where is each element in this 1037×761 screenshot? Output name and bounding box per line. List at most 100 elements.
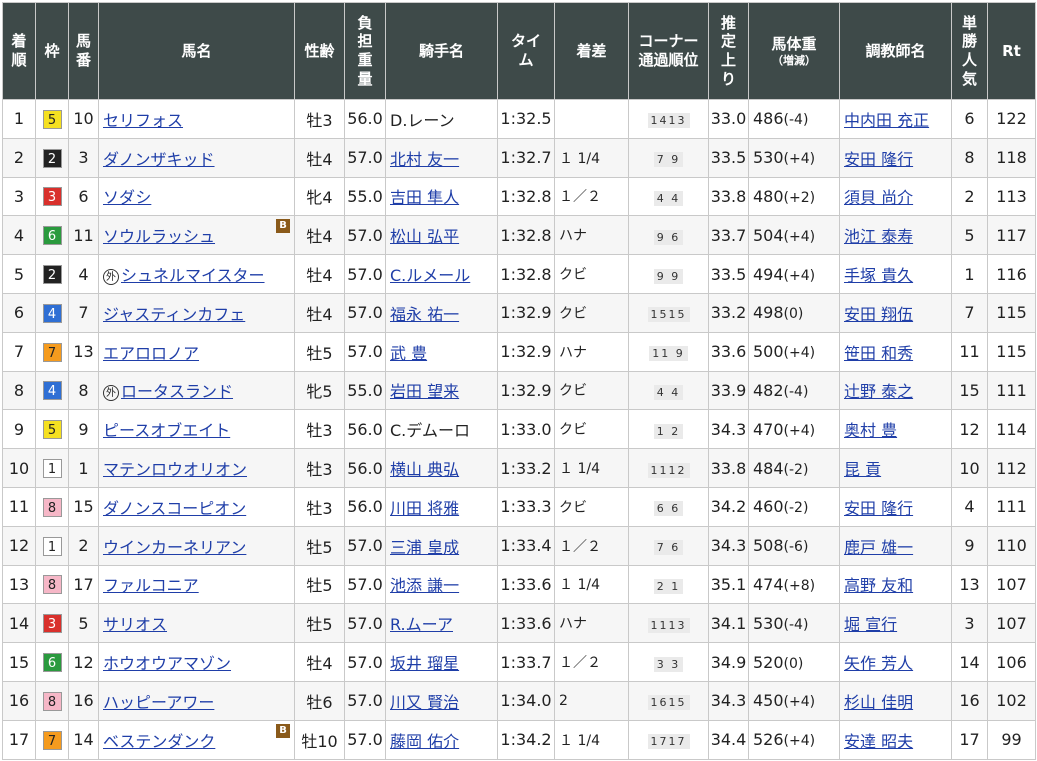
sex-age-cell: 牡5 <box>294 603 345 644</box>
table-row: 1 5 10 セリフォス 牡3 56.0 D.レーン 1:32.5 1413 33.0 486(-4… <box>2 99 1036 139</box>
trainer-link[interactable]: 安田 隆行 <box>844 499 913 518</box>
trainer-link[interactable]: 高野 友和 <box>844 576 913 595</box>
waku-badge: 2 <box>42 265 62 285</box>
trainer-link[interactable]: 安田 翔伍 <box>844 305 913 324</box>
horse-name-link[interactable]: ピースオブエイト <box>103 421 230 440</box>
rating-cell: 111 <box>987 486 1036 527</box>
race-time: 1:32.7 <box>500 148 552 168</box>
horse-name-cell: ダノンザキッド <box>98 137 295 178</box>
trainer-link[interactable]: 中内田 充正 <box>844 111 929 130</box>
jockey-cell: 吉田 隼人 <box>385 176 498 217</box>
bodyweight-cell: 474(+8) <box>748 564 840 605</box>
corner-positions: 4 4 <box>653 190 684 206</box>
trainer-link[interactable]: 笹田 和秀 <box>844 344 913 363</box>
sex-age-cell: 牝5 <box>294 370 345 411</box>
umaban-cell: 6 <box>68 176 99 217</box>
jockey-link[interactable]: 吉田 隼人 <box>390 188 459 207</box>
jockey-cell: R.ムーア <box>385 603 498 644</box>
jockey-link[interactable]: 川田 将雅 <box>390 499 459 518</box>
last3f-cell: 34.3 <box>708 409 749 450</box>
waku-badge: 6 <box>42 653 62 673</box>
trainer-link[interactable]: 奥村 豊 <box>844 421 897 440</box>
trainer-link[interactable]: 池江 泰寿 <box>844 227 913 246</box>
rank: 6 <box>13 303 25 323</box>
rating: 118 <box>996 148 1027 168</box>
jockey-link[interactable]: 岩田 望来 <box>390 382 459 401</box>
carried-weight: 56.0 <box>347 419 383 439</box>
jockey-link[interactable]: 池添 謙一 <box>390 576 459 595</box>
corner-cell: 1615 <box>628 680 709 721</box>
rank-cell: 6 <box>2 292 36 333</box>
horse-name-link[interactable]: ジャスティンカフェ <box>103 305 245 324</box>
sex-age: 牡4 <box>306 149 333 169</box>
trainer-link[interactable]: 辻野 泰之 <box>844 382 913 401</box>
popularity-cell: 9 <box>951 525 988 566</box>
trainer-link[interactable]: 昆 貢 <box>844 460 881 479</box>
horse-name-link[interactable]: ダノンザキッド <box>103 150 215 169</box>
sex-age-cell: 牡4 <box>294 215 345 256</box>
carried-weight: 57.0 <box>347 303 383 323</box>
trainer-link[interactable]: 堀 宣行 <box>844 615 897 634</box>
weight-cell: 56.0 <box>344 448 386 488</box>
rating-cell: 107 <box>987 564 1036 605</box>
horse-name-link[interactable]: ファルコニア <box>103 576 199 595</box>
jockey-name: D.レーン <box>390 110 455 130</box>
horse-name-link[interactable]: マテンロウオリオン <box>103 460 247 479</box>
rank-cell: 2 <box>2 137 36 178</box>
jockey-link[interactable]: 北村 友一 <box>390 150 459 169</box>
umaban-cell: 15 <box>68 486 99 527</box>
jockey-link[interactable]: R.ムーア <box>390 615 453 634</box>
margin: 2 <box>559 692 568 709</box>
jockey-link[interactable]: 武 豊 <box>390 344 427 363</box>
waku-badge: 5 <box>42 420 62 440</box>
rank: 11 <box>8 497 30 517</box>
rank: 16 <box>8 691 30 711</box>
waku-cell: 7 <box>35 719 69 760</box>
rank: 17 <box>8 730 30 750</box>
rating: 107 <box>996 574 1027 594</box>
rating: 110 <box>996 536 1027 556</box>
jockey-link[interactable]: 川又 賢治 <box>390 693 459 712</box>
table-row: 13 8 17 ファルコニア 牡5 57.0 池添 謙一 1:33.6 １ 1/4 2 1 35.1… <box>2 564 1036 605</box>
horse-name-link[interactable]: ソダシ <box>103 188 151 207</box>
jockey-link[interactable]: 松山 弘平 <box>390 227 459 246</box>
horse-name-link[interactable]: ハッピーアワー <box>103 693 214 712</box>
trainer-link[interactable]: 須貝 尚介 <box>844 188 913 207</box>
jockey-cell: 川田 将雅 <box>385 486 498 527</box>
umaban: 9 <box>78 419 89 439</box>
trainer-link[interactable]: 安田 隆行 <box>844 150 913 169</box>
race-time: 1:32.5 <box>500 109 552 129</box>
jockey-link[interactable]: 福永 祐一 <box>390 305 459 324</box>
trainer-link[interactable]: 手塚 貴久 <box>844 266 913 285</box>
jockey-link[interactable]: 藤岡 佑介 <box>390 732 459 751</box>
jockey-link[interactable]: C.ルメール <box>390 266 470 285</box>
margin: １／２ <box>559 538 601 555</box>
jockey-cell: 川又 賢治 <box>385 680 498 721</box>
jockey-link[interactable]: 坂井 瑠星 <box>390 654 459 673</box>
horse-name-link[interactable]: ベステンダンク <box>103 732 215 751</box>
jockey-link[interactable]: 横山 典弘 <box>390 460 459 479</box>
sex-age: 牡5 <box>306 576 333 596</box>
waku-cell: 8 <box>35 680 69 721</box>
trainer-link[interactable]: 矢作 芳人 <box>844 654 913 673</box>
horse-name-link[interactable]: ホウオウアマゾン <box>103 654 231 673</box>
horse-name-link[interactable]: ダノンスコーピオン <box>103 499 246 518</box>
trainer-link[interactable]: 杉山 佳明 <box>844 693 913 712</box>
last3f-cell: 33.5 <box>708 137 749 178</box>
body-weight-diff: (-2) <box>783 500 809 517</box>
jockey-link[interactable]: 三浦 皇成 <box>390 538 459 557</box>
trainer-link[interactable]: 安達 昭夫 <box>844 732 913 751</box>
horse-name-link[interactable]: ロータスランド <box>121 382 233 401</box>
rank-cell: 11 <box>2 486 36 527</box>
waku-badge: 8 <box>42 575 62 595</box>
race-time: 1:32.8 <box>500 264 552 284</box>
horse-name-link[interactable]: セリフォス <box>103 111 183 130</box>
horse-name-link[interactable]: サリオス <box>103 615 167 634</box>
horse-name-link[interactable]: シュネルマイスター <box>121 266 265 285</box>
margin-cell: １ 1/4 <box>554 564 629 605</box>
horse-name-link[interactable]: ウインカーネリアン <box>103 538 246 557</box>
horse-name-link[interactable]: ソウルラッシュ <box>103 227 215 246</box>
trainer-link[interactable]: 鹿戸 雄一 <box>844 538 913 557</box>
foreign-mark-icon: 外 <box>103 268 119 285</box>
horse-name-link[interactable]: エアロロノア <box>103 344 199 363</box>
